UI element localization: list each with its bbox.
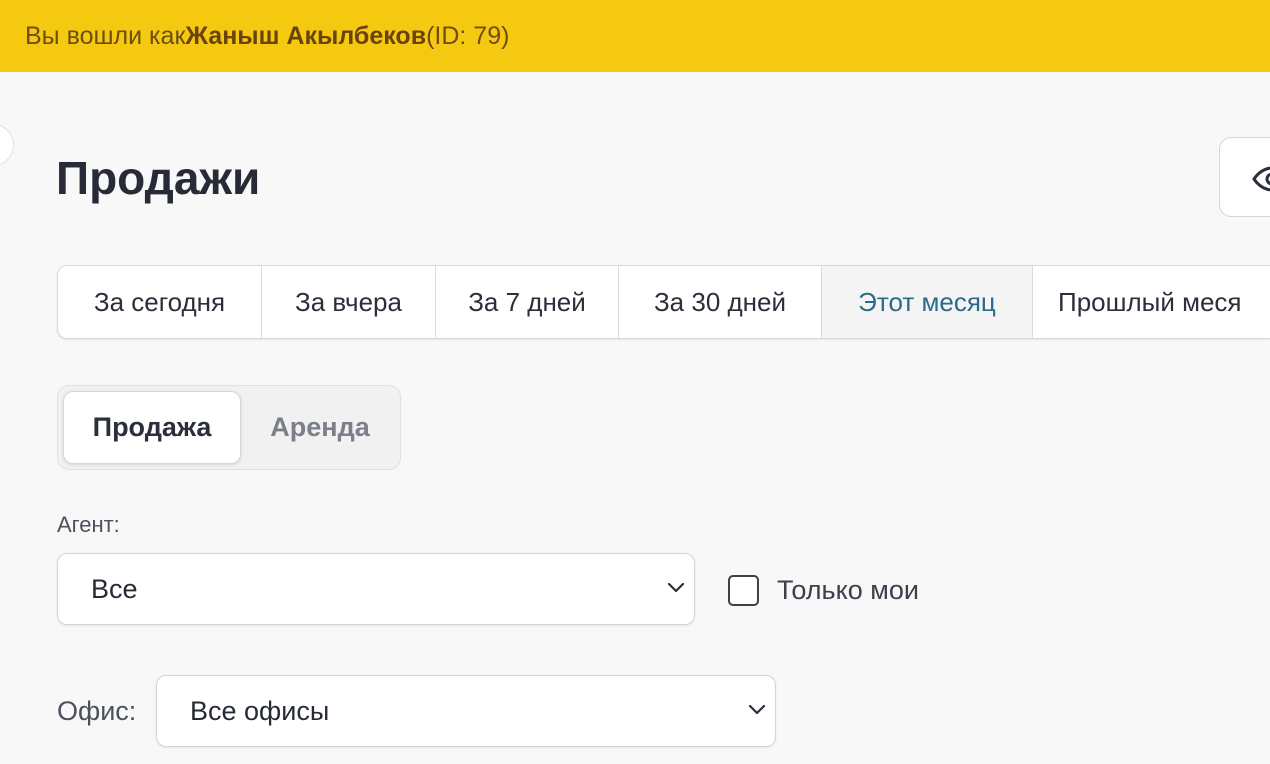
logged-in-banner: Вы вошли как Жаныш Акылбеков (ID: 79) <box>0 0 1270 72</box>
period-tabs: За сегодня За вчера За 7 дней За 30 дней… <box>57 265 1270 339</box>
only-mine-checkbox[interactable] <box>728 575 759 606</box>
tab-this-month[interactable]: Этот месяц <box>822 266 1033 338</box>
office-label: Офис: <box>57 696 137 726</box>
tab-yesterday[interactable]: За вчера <box>262 266 436 338</box>
agent-label: Агент: <box>57 512 120 537</box>
agent-select-value: Все <box>91 573 138 604</box>
banner-prefix: Вы вошли как <box>25 21 186 50</box>
deal-type-toggle: Продажа Аренда <box>57 385 401 470</box>
chevron-down-icon <box>667 582 685 593</box>
banner-user-name: Жаныш Акылбеков <box>185 21 427 50</box>
office-select-value: Все офисы <box>190 695 330 726</box>
tab-7-days[interactable]: За 7 дней <box>436 266 619 338</box>
eye-icon <box>1252 166 1270 192</box>
tab-30-days[interactable]: За 30 дней <box>619 266 822 338</box>
deal-type-rent[interactable]: Аренда <box>243 391 397 464</box>
banner-suffix: (ID: 79) <box>426 21 510 50</box>
view-button[interactable] <box>1219 137 1270 217</box>
chevron-down-icon <box>748 704 766 715</box>
office-select[interactable]: Все офисы <box>156 675 776 747</box>
deal-type-sale[interactable]: Продажа <box>63 391 241 464</box>
page-title: Продажи <box>56 152 261 204</box>
tab-last-month[interactable]: Прошлый меся <box>1033 266 1270 338</box>
sidebar-toggle[interactable] <box>0 124 14 166</box>
agent-select[interactable]: Все <box>57 553 695 625</box>
only-mine-label[interactable]: Только мои <box>777 572 919 608</box>
tab-today[interactable]: За сегодня <box>58 266 262 338</box>
